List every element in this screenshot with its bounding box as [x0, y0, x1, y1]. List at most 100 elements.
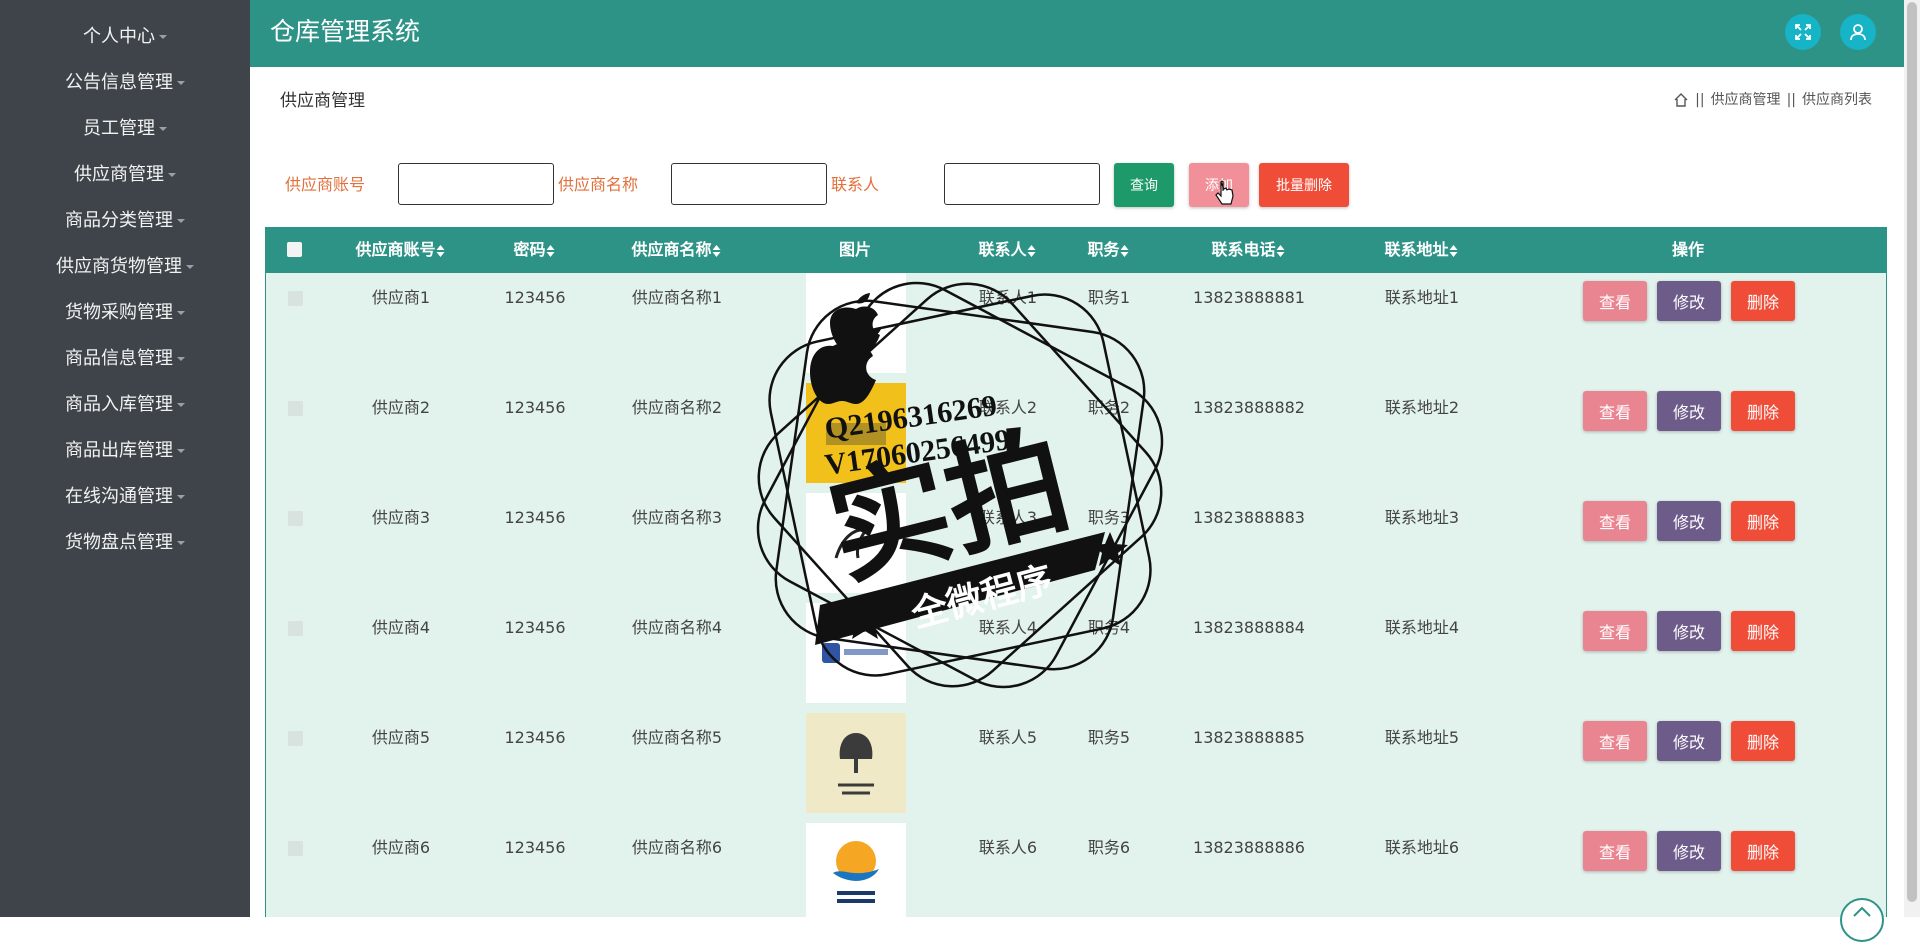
view-button[interactable]: 查看 [1583, 391, 1647, 431]
sidebar-item-label: 员工管理 [83, 118, 155, 139]
sidebar-item-stock-out[interactable]: 商品出库管理 [0, 436, 250, 466]
edit-button[interactable]: 修改 [1657, 611, 1721, 651]
view-button[interactable]: 查看 [1583, 501, 1647, 541]
back-to-top-button[interactable] [1840, 898, 1884, 942]
user-button[interactable] [1840, 14, 1876, 50]
supplier-image[interactable] [806, 713, 906, 813]
supplier-image[interactable] [806, 493, 906, 593]
yunda-logo-icon [826, 423, 886, 445]
cell-phone: 13823888881 [1193, 288, 1305, 307]
delete-button[interactable]: 删除 [1731, 391, 1795, 431]
delete-button[interactable]: 删除 [1731, 721, 1795, 761]
col-header-name[interactable]: 供应商名称 [631, 227, 721, 273]
col-header-phone[interactable]: 联系电话 [1211, 227, 1285, 273]
edit-button[interactable]: 修改 [1657, 501, 1721, 541]
col-header-address[interactable]: 联系地址 [1384, 227, 1458, 273]
breadcrumb-separator: || [1695, 92, 1705, 108]
cell-name: 供应商名称4 [631, 618, 723, 637]
row-checkbox[interactable] [288, 511, 303, 526]
supplier-image[interactable] [806, 603, 906, 703]
table-row: 供应商1 123456 供应商名称1 联系人1 职务1 13823888881 … [266, 273, 1886, 383]
table-row: 供应商4 123456 供应商名称4 联系人4 职务4 13823888884 … [266, 603, 1886, 713]
sidebar-item-purchase[interactable]: 货物采购管理 [0, 298, 250, 328]
col-header-password[interactable]: 密码 [513, 227, 555, 273]
cell-contact: 联系人4 [978, 618, 1038, 637]
delete-button[interactable]: 删除 [1731, 611, 1795, 651]
row-checkbox[interactable] [288, 621, 303, 636]
cell-address: 联系地址4 [1384, 618, 1460, 637]
cell-account: 供应商1 [371, 288, 431, 307]
row-checkbox[interactable] [288, 841, 303, 856]
col-label: 联系地址 [1384, 240, 1449, 259]
row-checkbox[interactable] [288, 731, 303, 746]
breadcrumb-item[interactable]: 供应商管理 [1711, 90, 1781, 110]
top-header: 仓库管理系统 [250, 0, 1904, 67]
scrollbar-thumb[interactable] [1907, 2, 1917, 902]
delete-button[interactable]: 删除 [1731, 831, 1795, 871]
add-button[interactable]: 添加 [1189, 163, 1249, 207]
view-button[interactable]: 查看 [1583, 611, 1647, 651]
sidebar-item-employee[interactable]: 员工管理 [0, 114, 250, 144]
edit-button[interactable]: 修改 [1657, 721, 1721, 761]
row-checkbox[interactable] [288, 291, 303, 306]
sidebar-item-supplier[interactable]: 供应商管理 [0, 160, 250, 190]
sidebar-item-profile[interactable]: 个人中心 [0, 22, 250, 52]
edit-button[interactable]: 修改 [1657, 281, 1721, 321]
sidebar-item-label: 个人中心 [83, 26, 155, 47]
supplier-name-input[interactable] [671, 163, 827, 205]
cell-address: 联系地址6 [1384, 838, 1460, 857]
home-icon[interactable] [1673, 92, 1689, 108]
cell-address: 联系地址3 [1384, 508, 1460, 527]
cell-contact: 联系人1 [978, 288, 1038, 307]
sidebar-item-category[interactable]: 商品分类管理 [0, 206, 250, 236]
contact-input[interactable] [944, 163, 1100, 205]
batch-delete-button[interactable]: 批量删除 [1259, 163, 1349, 207]
fullscreen-button[interactable] [1785, 14, 1821, 50]
cell-account: 供应商4 [371, 618, 431, 637]
col-label: 密码 [513, 240, 546, 259]
supplier-image[interactable] [806, 273, 906, 373]
sort-icon [1120, 244, 1129, 257]
col-header-contact[interactable]: 联系人 [978, 227, 1036, 273]
table-body: 供应商1 123456 供应商名称1 联系人1 职务1 13823888881 … [265, 273, 1887, 923]
view-button[interactable]: 查看 [1583, 281, 1647, 321]
bird-logo-icon [833, 841, 879, 903]
sidebar-item-supplier-goods[interactable]: 供应商货物管理 [0, 252, 250, 282]
view-button[interactable]: 查看 [1583, 721, 1647, 761]
cell-contact: 联系人3 [978, 508, 1038, 527]
sidebar-item-goods-info[interactable]: 商品信息管理 [0, 344, 250, 374]
col-header-account[interactable]: 供应商账号 [355, 227, 445, 273]
sidebar-item-announcement[interactable]: 公告信息管理 [0, 68, 250, 98]
supplier-image[interactable] [806, 823, 906, 923]
sidebar-item-inventory[interactable]: 货物盘点管理 [0, 528, 250, 558]
cell-contact: 联系人6 [978, 838, 1038, 857]
sidebar-item-label: 供应商货物管理 [56, 256, 182, 277]
col-header-actions: 操作 [1672, 227, 1704, 273]
view-button[interactable]: 查看 [1583, 831, 1647, 871]
brand-logo-icon [834, 528, 869, 559]
col-label: 联系人 [978, 240, 1027, 259]
cell-address: 联系地址2 [1384, 398, 1460, 417]
supplier-image[interactable] [806, 383, 906, 483]
select-all-checkbox[interactable] [287, 242, 302, 257]
sidebar-item-label: 货物盘点管理 [65, 532, 173, 553]
col-header-position[interactable]: 职务 [1087, 227, 1129, 273]
edit-button[interactable]: 修改 [1657, 391, 1721, 431]
row-checkbox[interactable] [288, 401, 303, 416]
cell-phone: 13823888884 [1193, 618, 1305, 637]
col-label: 图片 [838, 240, 872, 259]
caret-down-icon [186, 265, 194, 269]
sidebar-item-stock-in[interactable]: 商品入库管理 [0, 390, 250, 420]
cell-phone: 13823888885 [1193, 728, 1305, 747]
sidebar-item-label: 商品分类管理 [65, 210, 173, 231]
sidebar-item-label: 商品入库管理 [65, 394, 173, 415]
caret-down-icon [177, 403, 185, 407]
sidebar-item-chat[interactable]: 在线沟通管理 [0, 482, 250, 512]
delete-button[interactable]: 删除 [1731, 281, 1795, 321]
delete-button[interactable]: 删除 [1731, 501, 1795, 541]
query-button[interactable]: 查询 [1114, 163, 1174, 207]
account-input[interactable] [398, 163, 554, 205]
sort-icon [1276, 244, 1285, 257]
edit-button[interactable]: 修改 [1657, 831, 1721, 871]
cell-contact: 联系人5 [978, 728, 1038, 747]
